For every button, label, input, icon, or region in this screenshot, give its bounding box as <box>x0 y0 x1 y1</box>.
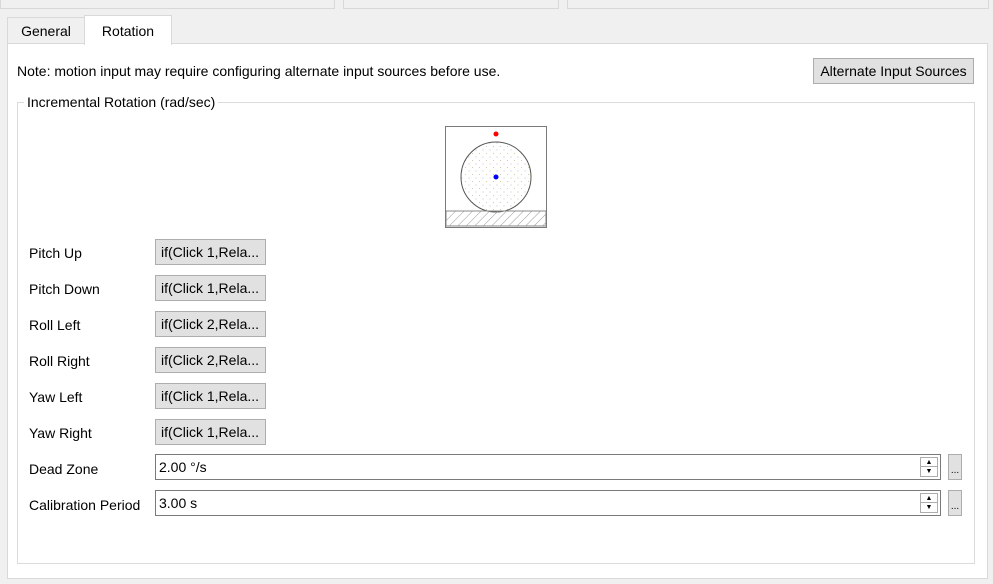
calibration-period-spinbox[interactable]: 3.00 s ▲ ▼ <box>155 490 941 516</box>
tab-general-label: General <box>21 22 71 39</box>
dead-zone-spinbox[interactable]: 2.00 °/s ▲ ▼ <box>155 454 941 480</box>
yaw-left-binding-button[interactable]: if(Click 1,Rela... <box>155 383 266 409</box>
tab-rotation[interactable]: Rotation <box>84 15 172 45</box>
triangle-down-icon[interactable]: ▼ <box>921 467 937 476</box>
tab-rotation-label: Rotation <box>101 22 155 39</box>
yaw-left-label: Yaw Left <box>29 389 83 405</box>
dead-zone-spin-arrows[interactable]: ▲ ▼ <box>920 457 938 477</box>
pitch-up-binding-button[interactable]: if(Click 1,Rela... <box>155 239 266 265</box>
note-text: Note: motion input may require configuri… <box>17 63 501 79</box>
pitch-down-label: Pitch Down <box>29 281 100 297</box>
roll-left-binding-button[interactable]: if(Click 2,Rela... <box>155 311 266 337</box>
triangle-down-icon[interactable]: ▼ <box>921 503 937 512</box>
top-panel-3 <box>567 0 989 9</box>
ground-hatch <box>445 210 547 227</box>
alternate-input-sources-button[interactable]: Alternate Input Sources <box>813 58 974 84</box>
dead-zone-more-button[interactable]: ... <box>948 454 962 480</box>
calibration-period-more-button[interactable]: ... <box>948 490 962 516</box>
roll-right-binding-button[interactable]: if(Click 2,Rela... <box>155 347 266 373</box>
top-panel-2 <box>343 0 559 9</box>
triangle-up-icon[interactable]: ▲ <box>921 494 937 503</box>
tab-general[interactable]: General <box>7 17 85 43</box>
roll-left-label: Roll Left <box>29 317 81 333</box>
yaw-right-binding-button[interactable]: if(Click 1,Rela... <box>155 419 266 445</box>
top-panel-1 <box>0 0 335 9</box>
rotation-preview <box>445 126 547 228</box>
dead-zone-value: 2.00 °/s <box>159 459 207 475</box>
target-dot <box>493 131 499 137</box>
dead-zone-label: Dead Zone <box>29 461 99 477</box>
group-title: Incremental Rotation (rad/sec) <box>24 94 219 110</box>
roll-right-label: Roll Right <box>29 353 90 369</box>
pitch-up-label: Pitch Up <box>29 245 82 261</box>
calibration-period-value: 3.00 s <box>159 495 198 511</box>
current-dot <box>493 174 499 180</box>
calibration-spin-arrows[interactable]: ▲ ▼ <box>920 493 938 513</box>
calibration-period-label: Calibration Period <box>29 497 141 513</box>
triangle-up-icon[interactable]: ▲ <box>921 458 937 467</box>
yaw-right-label: Yaw Right <box>29 425 92 441</box>
pitch-down-binding-button[interactable]: if(Click 1,Rela... <box>155 275 266 301</box>
